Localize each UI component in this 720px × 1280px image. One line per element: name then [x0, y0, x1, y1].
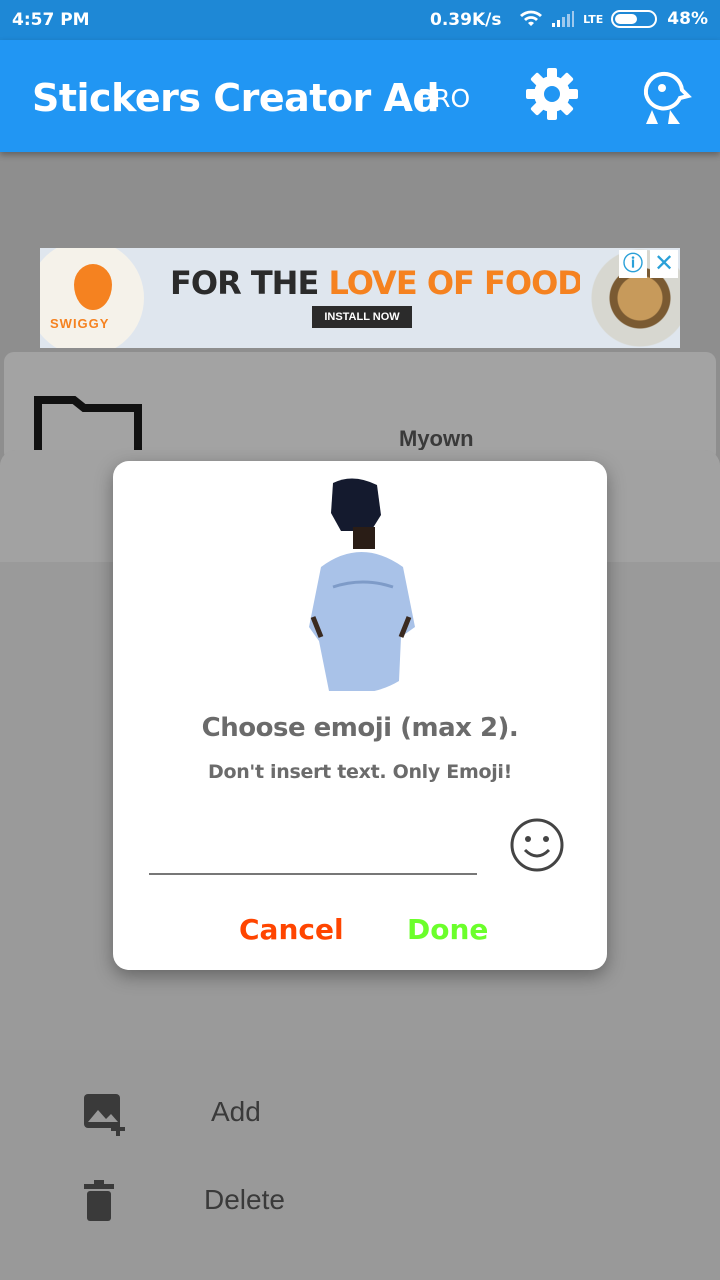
action-list: Add Delete [0, 1050, 720, 1280]
ad-info-icon[interactable]: ⓘ [619, 250, 647, 278]
swiggy-logo: SWIGGY [40, 248, 144, 348]
lte-label: LTE [583, 12, 604, 26]
status-bar: 4:57 PM 0.39K/s LTE 48% [0, 0, 720, 40]
ad-brand: SWIGGY [50, 316, 110, 331]
pro-button[interactable]: PRO [418, 84, 470, 113]
delete-action[interactable]: Delete [0, 1164, 720, 1234]
status-time: 4:57 PM [12, 10, 90, 30]
sticker-image [309, 478, 415, 691]
done-button[interactable]: Done [407, 913, 488, 946]
dialog-subtitle: Don't insert text. Only Emoji! [207, 761, 513, 783]
ad-install-button[interactable]: INSTALL NOW [312, 306, 412, 328]
battery-icon [611, 10, 658, 28]
app-bar: Stickers Creator Ad PRO [0, 40, 720, 152]
dialog-heading: Choose emoji (max 2). [201, 713, 519, 743]
add-label: Add [211, 1096, 261, 1127]
ad-headline-part2: LOVE OF FOOD! [328, 264, 597, 302]
ad-close-icon[interactable]: ✕ [650, 250, 678, 278]
signal-icon [552, 11, 575, 27]
trash-icon [84, 1180, 114, 1221]
battery-percent: 48% [667, 9, 708, 29]
swiggy-pin-icon [74, 264, 112, 310]
gear-icon[interactable] [524, 66, 580, 122]
wifi-icon [520, 10, 543, 26]
ad-headline: FOR THE LOVE OF FOOD! [170, 264, 597, 302]
emoji-dialog: Choose emoji (max 2). Don't insert text.… [113, 461, 607, 970]
delete-label: Delete [204, 1184, 285, 1215]
add-action[interactable]: Add [0, 1076, 720, 1146]
smiley-icon[interactable] [509, 817, 565, 873]
sticker-pack-card[interactable]: Myown [4, 352, 716, 462]
status-icons: LTE 48% [519, 9, 708, 29]
ad-headline-part1: FOR THE [170, 264, 329, 302]
pack-name: Myown [399, 426, 474, 451]
cancel-button[interactable]: Cancel [239, 913, 344, 946]
emoji-input[interactable] [149, 831, 477, 875]
mascot-icon[interactable] [636, 64, 692, 128]
network-speed: 0.39K/s [430, 10, 502, 30]
add-image-icon [84, 1094, 125, 1136]
app-title: Stickers Creator Ad [32, 76, 440, 120]
ad-banner[interactable]: SWIGGY FOR THE LOVE OF FOOD! INSTALL NOW… [40, 248, 680, 348]
